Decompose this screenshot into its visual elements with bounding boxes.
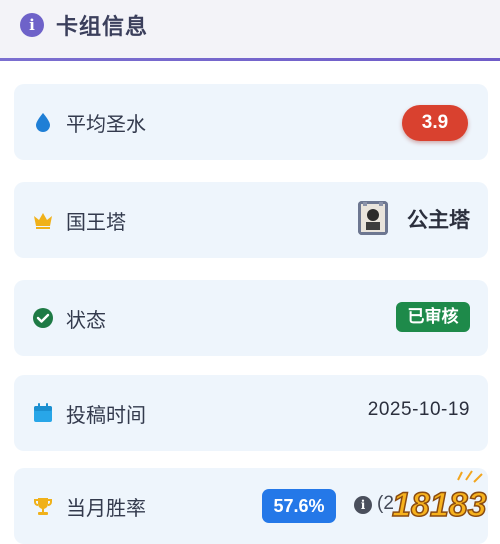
submit-time-label: 投稿时间 bbox=[66, 405, 146, 427]
info-icon[interactable]: i bbox=[354, 496, 372, 514]
status-badge: 已审核 bbox=[396, 302, 470, 332]
avg-elixir-value: 3.9 bbox=[402, 105, 468, 141]
monthly-winrate-label: 当月胜率 bbox=[66, 498, 146, 520]
status-label: 状态 bbox=[66, 310, 106, 332]
header-divider bbox=[0, 58, 500, 61]
svg-text:18183: 18183 bbox=[392, 486, 487, 524]
king-tower-label: 国王塔 bbox=[66, 212, 126, 234]
submit-time-row: 投稿时间 2025-10-19 bbox=[14, 375, 488, 451]
watermark-logo: 18183 bbox=[391, 470, 487, 525]
avg-elixir-row: 平均圣水 3.9 bbox=[14, 84, 488, 160]
crown-icon bbox=[34, 213, 52, 229]
water-drop-icon bbox=[36, 113, 50, 132]
princess-tower-avatar bbox=[358, 201, 388, 235]
avg-elixir-label: 平均圣水 bbox=[66, 114, 146, 136]
section-title: 卡组信息 bbox=[56, 14, 149, 39]
trophy-icon bbox=[34, 498, 52, 515]
winrate-value: 57.6% bbox=[262, 489, 336, 523]
king-tower-row: 国王塔 公主塔 bbox=[14, 182, 488, 258]
status-row: 状态 已审核 bbox=[14, 280, 488, 356]
calendar-icon bbox=[34, 403, 52, 422]
submit-time-value: 2025-10-19 bbox=[367, 399, 470, 420]
section-header: i 卡组信息 bbox=[0, 0, 500, 58]
check-circle-icon bbox=[33, 308, 53, 328]
king-tower-value: 公主塔 bbox=[407, 209, 470, 232]
info-icon: i bbox=[20, 13, 44, 37]
